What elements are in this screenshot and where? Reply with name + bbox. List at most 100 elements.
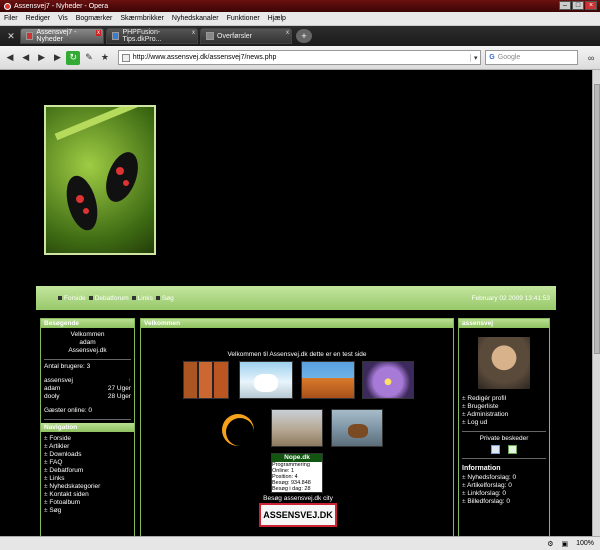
nav-item[interactable]: FAQ [44,459,131,467]
member-name[interactable]: adam [44,385,60,393]
forward-icon[interactable]: ▶ [35,51,49,65]
nav-item[interactable]: Søg [44,507,131,515]
info-item: Artikelforslag: 0 [462,482,546,490]
main-content: Velkommen Velkommen til Assensvej.dk det… [140,318,454,538]
eclipse-thumbnail[interactable] [219,409,259,447]
visit-city-link[interactable]: Besøg assensvej.dk city [141,495,455,502]
administration-link[interactable]: Administration [462,411,546,419]
nav-link-debatforum[interactable]: Debatforum [95,295,129,302]
tab-assensvej7[interactable]: Assensvej7 - Nyheder x [20,28,104,44]
zoom-level[interactable]: 100% [576,540,594,547]
page-favicon-icon [112,32,120,40]
nav-link-forside[interactable]: Forside [64,295,86,302]
bullet-icon [58,296,62,300]
glasses-icon[interactable]: ∞ [584,51,598,65]
username: adam [79,339,96,346]
nav-item[interactable]: Debatforum [44,467,131,475]
nav-item[interactable]: Fotoalbum [44,499,131,507]
welcome-message: Velkommen til Assensvej.dk dette er en t… [227,351,367,358]
menu-hjaelp[interactable]: Hjælp [268,15,286,22]
panels-icon[interactable]: ⚙ [547,540,553,548]
nav-item[interactable]: Links [44,475,131,483]
polar-bear-thumbnail[interactable] [239,361,293,399]
tab-overforsler[interactable]: Overførsler x [200,28,292,44]
bullet-icon [88,296,93,300]
new-tab-button[interactable]: + [296,29,312,43]
member-last-seen: 27 Uger [107,385,131,392]
inbox-icon[interactable] [491,445,500,454]
private-messages-label[interactable]: Private beskeder [462,435,546,443]
search-field[interactable]: G Google [485,50,579,65]
butterfly-header-image [44,105,156,255]
assensvej-logo-banner[interactable]: ASSENSVEJ.DK [259,503,337,527]
address-field[interactable]: http://www.assensvej.dk/assensvej7/news.… [117,50,482,65]
close-tab-icon[interactable]: x [192,30,195,36]
guests-online: Gæster online: 0 [44,407,93,414]
nope-line: Besøg i dag: 28 [272,486,311,492]
window-controls: – □ × [559,1,597,10]
camel-thumbnail[interactable] [271,409,323,447]
scrollbar-thumb[interactable] [594,84,600,354]
date-time: February 02 2009 13:41:53 [471,294,550,302]
back-icon[interactable]: ◀ [3,51,17,65]
menu-vis[interactable]: Vis [58,15,68,22]
top-nav-strip: Forside Debatforum Links Søg February 02… [36,286,556,310]
welcome-box: Velkommen adam Assensvej.dk [44,331,131,360]
member-row: adam 27 Uger [44,385,131,393]
brown-bear-thumbnail[interactable] [331,409,383,447]
menu-rediger[interactable]: Rediger [26,15,51,22]
info-item: Nyhedsforslag: 0 [462,474,546,482]
butterflies-thumbnail[interactable] [183,361,229,399]
title-bar: Assensvej7 - Nyheder - Opera – □ × [0,0,600,12]
tab-phpfusion[interactable]: PHPFusion-Tips.dkPro... x [106,28,198,44]
avatar [478,337,530,389]
arch-rock-thumbnail[interactable] [301,361,355,399]
visitors-panel-title: Besøgende [41,319,134,328]
menu-funktioner[interactable]: Funktioner [227,15,260,22]
edit-icon[interactable]: ✎ [82,51,96,65]
search-placeholder: Google [497,54,521,61]
nav-item[interactable]: Forside [44,435,131,443]
nav-item[interactable]: Downloads [44,451,131,459]
nav-link-links[interactable]: Links [138,295,153,302]
menu-nyhedskanaler[interactable]: Nyhedskanaler [172,15,219,22]
url-text: http://www.assensvej.dk/assensvej7/news.… [132,54,277,61]
welcome-text: Velkommen [70,331,105,338]
fast-forward-icon[interactable]: ▶ [50,51,64,65]
view-icon[interactable]: ▣ [561,540,568,548]
lotus-thumbnail[interactable] [362,361,414,399]
nope-counter-widget[interactable]: Nope.dk Programmering Online: 1 Position… [271,453,323,493]
menu-skaermbrikker[interactable]: Skærmbrikker [120,15,164,22]
member-name[interactable]: dooly [44,393,60,401]
menu-bogmaerker[interactable]: Bogmærker [76,15,113,22]
edit-profile-link[interactable]: Redigér profil [462,395,546,403]
close-tab-icon[interactable]: x [96,30,101,36]
menu-filer[interactable]: Filer [4,15,18,22]
nav-item[interactable]: Nyhedskategorier [44,483,131,491]
maximize-button[interactable]: □ [572,1,584,10]
user-list-link[interactable]: Brugerliste [462,403,546,411]
nav-item[interactable]: Artikler [44,443,131,451]
nav-item[interactable]: Kontakt siden [44,491,131,499]
close-tab-icon[interactable]: x [286,30,289,36]
close-button[interactable]: × [585,1,597,10]
users-box: Antal brugere: 3 assensvej ↑ adam 27 Uge… [44,363,131,420]
info-item: Linkforslag: 0 [462,490,546,498]
nav-link-sog[interactable]: Søg [162,295,174,302]
users-count: Antal brugere: 3 [44,363,91,370]
chevron-down-icon[interactable]: ▾ [470,53,480,62]
vertical-scrollbar[interactable] [592,70,600,536]
online-arrow-icon: ↑ [127,377,131,384]
page-favicon-icon [26,32,34,40]
tab-label: Overførsler [217,32,252,40]
bookmark-star-icon[interactable]: ★ [98,51,112,65]
rewind-icon[interactable]: ◀ [19,51,33,65]
user-box: Redigér profil Brugerliste Administratio… [462,331,546,432]
outbox-icon[interactable] [508,445,517,454]
logout-link[interactable]: Log ud [462,419,546,427]
minimize-button[interactable]: – [559,1,571,10]
page-icon [121,53,130,62]
member-name[interactable]: assensvej [44,377,73,385]
tools-icon[interactable]: ✕ [2,28,20,44]
reload-icon[interactable]: ↻ [66,50,81,65]
